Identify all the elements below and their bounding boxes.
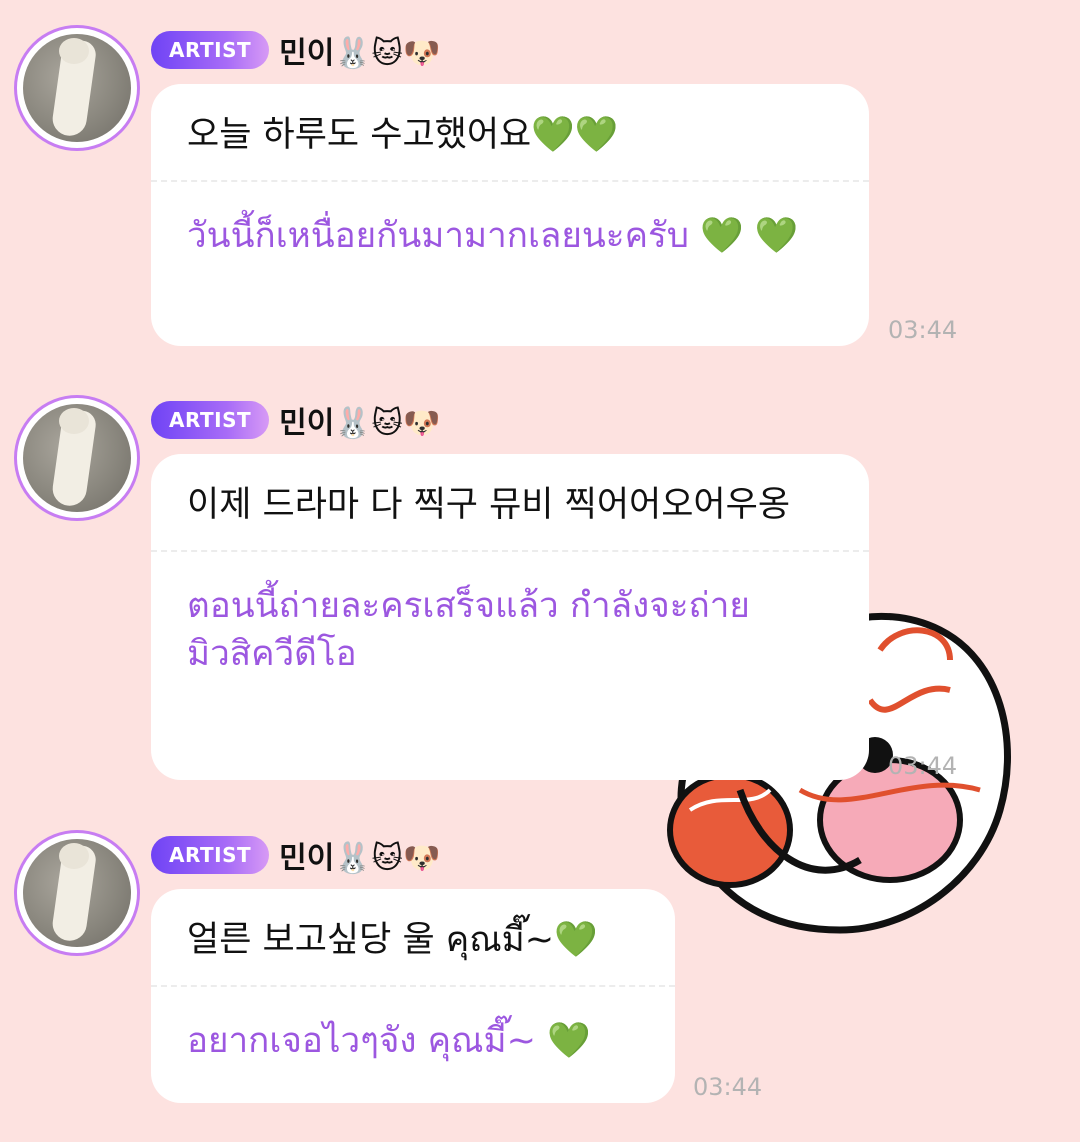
message-time: 03:44 <box>693 1073 763 1101</box>
message-bubble[interactable]: 오늘 하루도 수고했어요💚💚 วันนี้ก็เหนื่อยกันมามากเล… <box>151 84 869 346</box>
translation-text: อยากเจอไวๆจัง คุณมี๊~ 💚 <box>187 1021 591 1061</box>
message-bubble[interactable]: 이제 드라마 다 찍구 뮤비 찍어어오어우옹 ตอนนี้ถ่ายละครเสร… <box>151 454 869 780</box>
translation-text: ตอนนี้ถ่ายละครเสร็จแล้ว กำลังจะถ่ายมิวสิ… <box>187 586 750 674</box>
profile-photo-icon <box>23 404 131 512</box>
sender-name: 민이🐰🐱🐶 <box>279 406 441 441</box>
original-text: 얼른 보고싶당 울 คุณมี๊~💚 <box>187 920 598 960</box>
artist-badge: ARTIST <box>151 401 270 439</box>
chat-screen: ARTIST 민이🐰🐱🐶 오늘 하루도 수고했어요💚💚 วันนี้ก็เหนื… <box>0 0 1080 1142</box>
profile-photo-icon <box>23 34 131 142</box>
message-header: ARTIST 민이🐰🐱🐶 <box>151 400 441 441</box>
original-text: 오늘 하루도 수고했어요💚💚 <box>187 115 619 155</box>
message-header: ARTIST 민이🐰🐱🐶 <box>151 835 441 876</box>
sender-name: 민이🐰🐱🐶 <box>279 841 441 876</box>
message-header: ARTIST 민이🐰🐱🐶 <box>151 30 441 71</box>
message-time: 03:44 <box>888 752 958 780</box>
message-time: 03:44 <box>888 316 958 344</box>
artist-badge: ARTIST <box>151 31 270 69</box>
profile-photo-icon <box>23 839 131 947</box>
avatar[interactable] <box>14 395 140 521</box>
artist-badge: ARTIST <box>151 836 270 874</box>
avatar[interactable] <box>14 830 140 956</box>
message-bubble[interactable]: 얼른 보고싶당 울 คุณมี๊~💚 อยากเจอไวๆจัง คุณมี๊~… <box>151 889 675 1103</box>
avatar[interactable] <box>14 25 140 151</box>
sender-name: 민이🐰🐱🐶 <box>279 36 441 71</box>
original-text: 이제 드라마 다 찍구 뮤비 찍어어오어우옹 <box>187 485 791 525</box>
translation-text: วันนี้ก็เหนื่อยกันมามากเลยนะครับ 💚 💚 <box>187 216 799 256</box>
